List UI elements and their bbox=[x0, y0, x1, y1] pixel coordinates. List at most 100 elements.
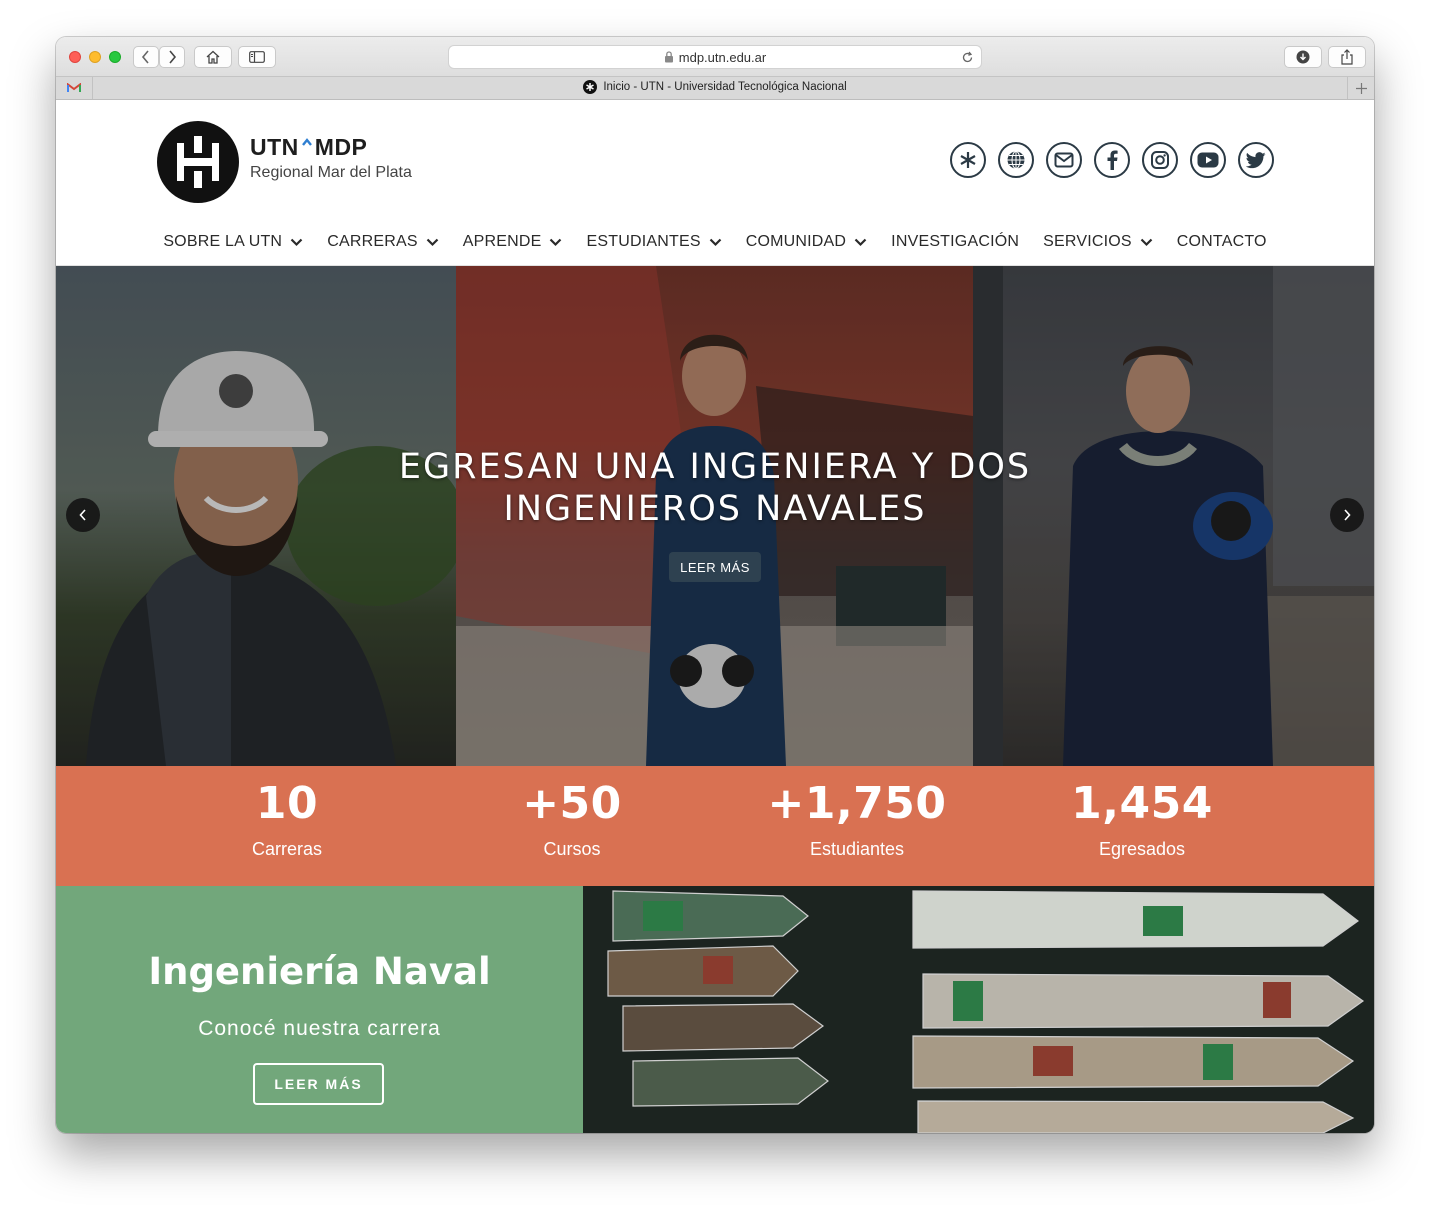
web-page: UTN MDP Regional Mar del Plata SOBRE LA … bbox=[56, 100, 1374, 1133]
nav-aprende[interactable]: APRENDE bbox=[451, 225, 575, 259]
back-button[interactable] bbox=[133, 46, 159, 68]
nav-servicios[interactable]: SERVICIOS bbox=[1031, 225, 1165, 259]
ships-aerial-image bbox=[583, 886, 1374, 1133]
chevron-down-icon bbox=[1140, 238, 1153, 246]
social-web-link[interactable] bbox=[998, 142, 1034, 178]
address-bar[interactable]: mdp.utn.edu.ar bbox=[448, 45, 982, 69]
feature-subtitle: Conocé nuestra carrera bbox=[198, 1017, 441, 1040]
stat-value: 1,454 bbox=[1071, 778, 1213, 829]
nav-label: CARRERAS bbox=[327, 233, 418, 250]
brand-name[interactable]: UTN MDP bbox=[250, 134, 367, 161]
new-tab-button[interactable] bbox=[1347, 77, 1374, 99]
browser-toolbar: mdp.utn.edu.ar bbox=[56, 37, 1374, 76]
stat-label: Estudiantes bbox=[809, 839, 905, 859]
stat-label: Egresados bbox=[1098, 839, 1186, 859]
hero-slider: EGRESAN UNA INGENIERA Y DOS INGENIEROS N… bbox=[56, 266, 1374, 766]
social-instagram-link[interactable] bbox=[1142, 142, 1178, 178]
hero-title-line-1: EGRESAN UNA INGENIERA Y DOS bbox=[398, 447, 1032, 487]
chevron-left-icon bbox=[141, 50, 149, 64]
stat-label: Cursos bbox=[543, 839, 601, 859]
nav-estudiantes[interactable]: ESTUDIANTES bbox=[574, 225, 733, 259]
brand-name-right: MDP bbox=[314, 134, 368, 160]
tab-title: Inicio - UTN - Universidad Tecnológica N… bbox=[603, 81, 847, 93]
share-button[interactable] bbox=[1328, 46, 1366, 68]
nav-investigacion[interactable]: INVESTIGACIÓN bbox=[879, 225, 1031, 259]
home-button[interactable] bbox=[194, 46, 232, 68]
lock-icon bbox=[664, 51, 673, 63]
stat-estudiantes: +1,750 Estudiantes bbox=[737, 766, 977, 860]
nav-comunidad[interactable]: COMUNIDAD bbox=[734, 225, 879, 259]
zoom-window-button[interactable] bbox=[109, 51, 121, 63]
minimize-window-button[interactable] bbox=[89, 51, 101, 63]
stat-cursos: +50 Cursos bbox=[452, 766, 692, 860]
stat-value: +1,750 bbox=[767, 778, 947, 829]
home-icon bbox=[206, 50, 220, 64]
nav-contacto[interactable]: CONTACTO bbox=[1165, 225, 1279, 259]
chevron-down-icon bbox=[709, 238, 721, 246]
feature-read-more-button[interactable]: LEER MÁS bbox=[253, 1063, 384, 1105]
chevron-down-icon bbox=[426, 238, 438, 246]
stat-value: 10 bbox=[255, 778, 319, 829]
nav-label: COMUNIDAD bbox=[745, 233, 847, 250]
stat-carreras: 10 Carreras bbox=[167, 766, 407, 860]
feature-card: Ingeniería Naval Conocé nuestra carrera … bbox=[56, 886, 583, 1133]
forward-button[interactable] bbox=[159, 46, 185, 68]
main-nav: SOBRE LA UTN CARRERAS APRENDE ESTUDIANTE… bbox=[56, 225, 1374, 259]
utn-favicon-icon bbox=[583, 80, 598, 94]
chevron-right-icon bbox=[169, 50, 177, 64]
stat-value: +50 bbox=[522, 778, 622, 829]
nav-sobre-la-utn[interactable]: SOBRE LA UTN bbox=[151, 225, 315, 259]
ships-aerial-illustration bbox=[583, 886, 1374, 1133]
caret-up-icon bbox=[301, 138, 312, 146]
brand-name-left: UTN bbox=[250, 134, 299, 160]
twitter-icon bbox=[1246, 151, 1266, 168]
nav-carreras[interactable]: CARRERAS bbox=[315, 225, 451, 259]
social-mail-link[interactable] bbox=[1046, 142, 1082, 178]
feature-title: Ingeniería Naval bbox=[148, 950, 491, 993]
chevron-down-icon bbox=[290, 238, 303, 246]
mail-icon bbox=[1054, 152, 1074, 168]
youtube-icon bbox=[1197, 152, 1219, 168]
nav-label: APRENDE bbox=[462, 233, 542, 250]
social-facebook-link[interactable] bbox=[1094, 142, 1130, 178]
nav-label: ESTUDIANTES bbox=[586, 233, 701, 250]
nav-label: SOBRE LA UTN bbox=[163, 233, 283, 250]
utn-logo-icon bbox=[177, 136, 219, 188]
nav-label: CONTACTO bbox=[1176, 233, 1267, 250]
sidebar-button[interactable] bbox=[238, 46, 276, 68]
sidebar-icon bbox=[249, 51, 265, 63]
chevron-left-icon bbox=[79, 509, 86, 521]
hero-read-more-button[interactable]: LEER MÁS bbox=[669, 552, 761, 582]
hero-title: EGRESAN UNA INGENIERA Y DOS INGENIEROS N… bbox=[56, 446, 1374, 530]
social-twitter-link[interactable] bbox=[1238, 142, 1274, 178]
download-icon bbox=[1296, 50, 1310, 64]
facebook-icon bbox=[1107, 150, 1118, 170]
nav-label: INVESTIGACIÓN bbox=[891, 233, 1020, 250]
instagram-icon bbox=[1151, 151, 1169, 169]
slider-next-button[interactable] bbox=[1330, 498, 1364, 532]
reload-icon[interactable] bbox=[961, 51, 974, 64]
social-utn-link[interactable] bbox=[950, 142, 986, 178]
brand-subtitle: Regional Mar del Plata bbox=[250, 164, 412, 181]
nav-label: SERVICIOS bbox=[1043, 233, 1132, 250]
hero-title-line-2: INGENIEROS NAVALES bbox=[503, 489, 927, 529]
close-window-button[interactable] bbox=[69, 51, 81, 63]
stat-egresados: 1,454 Egresados bbox=[1022, 766, 1262, 860]
stats-band: 10 Carreras +50 Cursos +1,750 Estudiante… bbox=[56, 766, 1374, 886]
chevron-right-icon bbox=[1344, 509, 1351, 521]
plus-icon bbox=[1355, 82, 1367, 94]
chevron-down-icon bbox=[550, 238, 562, 246]
stat-label: Carreras bbox=[251, 839, 322, 859]
tab-bar: Inicio - UTN - Universidad Tecnológica N… bbox=[56, 76, 1374, 100]
social-youtube-link[interactable] bbox=[1190, 142, 1226, 178]
site-header: UTN MDP Regional Mar del Plata SOBRE LA … bbox=[56, 100, 1374, 266]
browser-window: mdp.utn.edu.ar Inicio - UTN - Universida… bbox=[56, 37, 1374, 1133]
utn-logo[interactable] bbox=[157, 121, 239, 203]
share-icon bbox=[1341, 49, 1353, 65]
globe-icon bbox=[1007, 151, 1025, 169]
utn-icon bbox=[960, 152, 976, 168]
chevron-down-icon bbox=[854, 238, 867, 246]
slider-prev-button[interactable] bbox=[66, 498, 100, 532]
downloads-button[interactable] bbox=[1284, 46, 1322, 68]
active-tab[interactable]: Inicio - UTN - Universidad Tecnológica N… bbox=[56, 80, 1374, 94]
